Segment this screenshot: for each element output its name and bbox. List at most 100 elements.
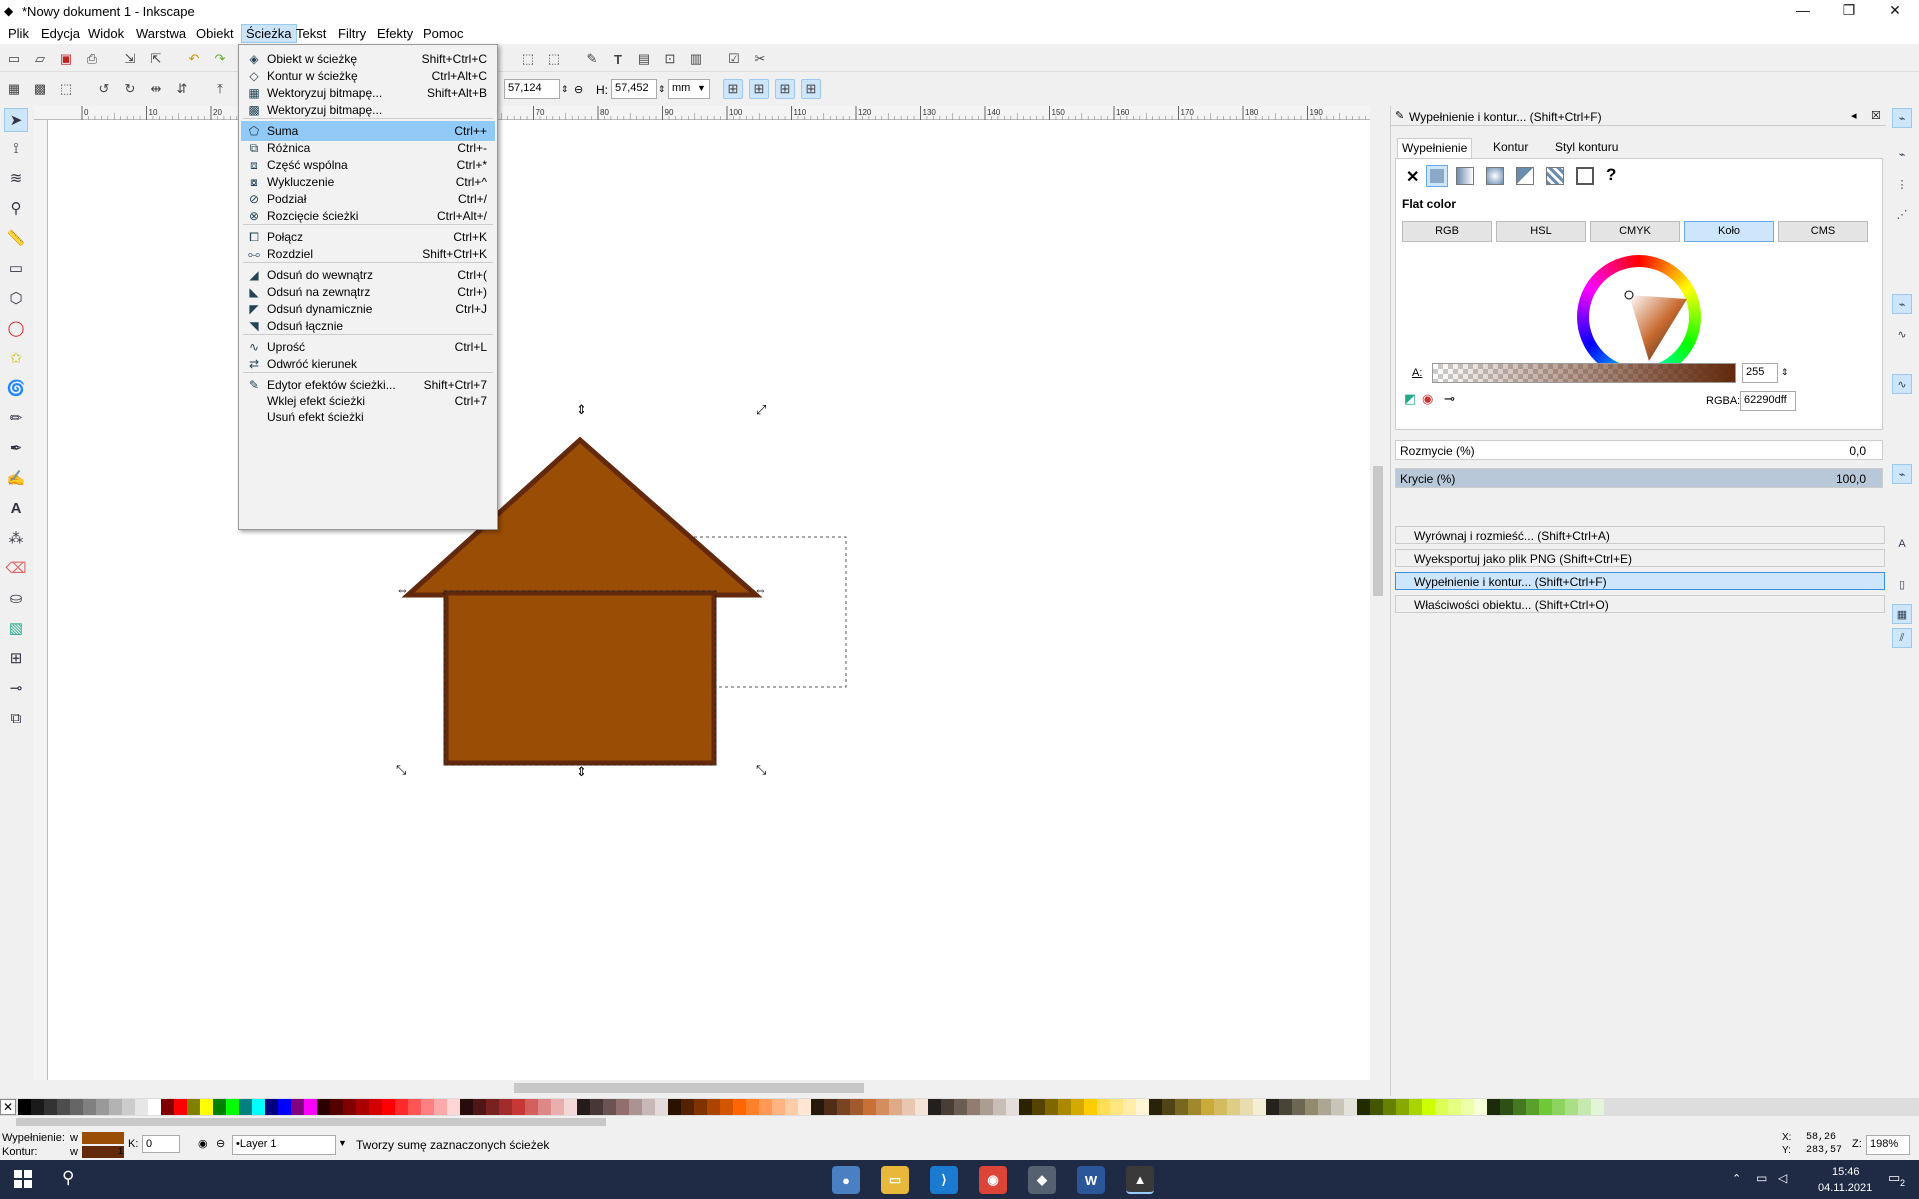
scale-stroke-icon[interactable]: ⊞ (723, 79, 743, 99)
blur-slider[interactable]: Rozmycie (%) 0,0 (1395, 440, 1883, 460)
import-icon[interactable]: ⇲ (120, 49, 140, 69)
select-all-layers-icon[interactable]: ▩ (30, 79, 50, 99)
xml-editor-icon[interactable]: ⊡ (660, 49, 680, 69)
path-menu-item[interactable]: ◥ Odsuń łącznie (241, 316, 495, 336)
snap-text-baseline-icon[interactable]: A (1892, 534, 1912, 554)
palette-swatch[interactable] (915, 1099, 928, 1115)
tray-chevron-up-icon[interactable]: ⌃ (1732, 1172, 1741, 1185)
palette-swatch[interactable] (1110, 1099, 1123, 1115)
chevron-down-icon[interactable]: ▼ (697, 83, 706, 93)
palette-swatch[interactable] (785, 1099, 798, 1115)
align-icon[interactable]: ▥ (686, 49, 706, 69)
layer-chevron-down-icon[interactable]: ▼ (338, 1138, 347, 1148)
minimize-button[interactable]: — (1780, 0, 1826, 22)
palette-swatch[interactable] (1253, 1099, 1266, 1115)
dock-fill-stroke[interactable]: Wypełnienie i kontur... (Shift+Ctrl+F) (1395, 572, 1885, 590)
zoom-drawing-icon[interactable]: ⬚ (544, 49, 564, 69)
palette-swatch[interactable] (1318, 1099, 1331, 1115)
palette-swatch[interactable] (564, 1099, 577, 1115)
palette-swatch[interactable] (1071, 1099, 1084, 1115)
redo-icon[interactable]: ↷ (210, 49, 230, 69)
palette-swatch[interactable] (1227, 1099, 1240, 1115)
palette-swatch[interactable] (1188, 1099, 1201, 1115)
palette-swatch[interactable] (1292, 1099, 1305, 1115)
palette-swatch[interactable] (408, 1099, 421, 1115)
palette-swatch[interactable] (31, 1099, 44, 1115)
w-field[interactable]: 57,124 (504, 79, 560, 99)
palette-swatch[interactable] (265, 1099, 278, 1115)
rgba-field[interactable]: 62290dff (1740, 391, 1796, 411)
palette-swatch[interactable] (1500, 1099, 1513, 1115)
palette-swatch[interactable] (421, 1099, 434, 1115)
palette-swatch[interactable] (148, 1099, 161, 1115)
horizontal-ruler[interactable]: 0102030405060708090100110120130140150160… (34, 106, 1495, 120)
tweak-tool-icon[interactable]: ≋ (4, 166, 28, 190)
scale-handle-bl[interactable]: ⤡ (396, 762, 407, 777)
vertical-ruler[interactable] (34, 120, 48, 1080)
palette-swatch[interactable] (1578, 1099, 1591, 1115)
palette-swatch[interactable] (863, 1099, 876, 1115)
h-spin-arrows[interactable]: ⇕ (658, 84, 666, 95)
snap-others-icon[interactable]: ⌁ (1892, 464, 1912, 484)
palette-swatch[interactable] (889, 1099, 902, 1115)
layer-lock-icon[interactable]: ⊖ (216, 1137, 225, 1150)
palette-swatch[interactable] (629, 1099, 642, 1115)
palette-swatch[interactable] (603, 1099, 616, 1115)
palette-scroll-thumb[interactable] (16, 1118, 606, 1126)
palette-swatch[interactable] (239, 1099, 252, 1115)
path-menu-item[interactable]: ⇄ Odwróć kierunek (241, 354, 495, 374)
clock-time[interactable]: 15:46 (1832, 1166, 1860, 1178)
palette-swatch[interactable] (1396, 1099, 1409, 1115)
palette-swatch[interactable] (252, 1099, 265, 1115)
palette-swatch[interactable] (1422, 1099, 1435, 1115)
explorer-icon[interactable]: ▭ (881, 1166, 909, 1194)
palette-swatch[interactable] (96, 1099, 109, 1115)
palette-swatch[interactable] (187, 1099, 200, 1115)
path-menu-item[interactable]: Usuń efekt ścieżki (241, 407, 495, 427)
house-body[interactable] (443, 590, 717, 766)
palette-swatch[interactable] (642, 1099, 655, 1115)
palette-swatch[interactable] (18, 1099, 31, 1115)
snap-path-icon[interactable]: ∿ (1892, 324, 1912, 344)
scale-handle-br[interactable]: ⤡ (756, 762, 767, 777)
palette-swatch[interactable] (109, 1099, 122, 1115)
export-icon[interactable]: ⇱ (146, 49, 166, 69)
palette-swatch[interactable] (1032, 1099, 1045, 1115)
palette-swatch[interactable] (213, 1099, 226, 1115)
scale-corners-icon[interactable]: ⊞ (749, 79, 769, 99)
select-all-icon[interactable]: ▦ (4, 79, 24, 99)
deselect-icon[interactable]: ⬚ (56, 79, 76, 99)
palette-swatch[interactable] (681, 1099, 694, 1115)
flip-vertical-icon[interactable]: ⇵ (172, 79, 192, 99)
menu-efekty[interactable]: Efekty (373, 25, 417, 42)
palette-swatch[interactable] (1344, 1099, 1357, 1115)
close-button[interactable]: ✕ (1872, 0, 1918, 22)
eraser-tool-icon[interactable]: ⌫ (4, 556, 28, 580)
rotate-ccw-icon[interactable]: ↺ (94, 79, 114, 99)
palette-swatch[interactable] (1305, 1099, 1318, 1115)
palette-swatch[interactable] (83, 1099, 96, 1115)
pencil-tool-icon[interactable]: ✏ (4, 406, 28, 430)
flip-horizontal-icon[interactable]: ⇹ (146, 79, 166, 99)
chrome-icon[interactable]: ◉ (979, 1166, 1007, 1194)
palette-swatch[interactable] (980, 1099, 993, 1115)
palette-swatch[interactable] (1019, 1099, 1032, 1115)
menu-tekst[interactable]: Tekst (292, 25, 330, 42)
path-menu-item[interactable]: ▩ Wektoryzuj bitmapę... (241, 100, 495, 120)
layer-select[interactable]: •Layer 1 (232, 1135, 336, 1155)
opacity-value[interactable]: 100,0 (1836, 472, 1866, 486)
opacity-slider[interactable]: Krycie (%) 100,0 (1395, 468, 1883, 488)
palette-swatch[interactable] (122, 1099, 135, 1115)
network-icon[interactable]: ▭ (1756, 1171, 1767, 1185)
palette-swatch[interactable] (902, 1099, 915, 1115)
gradient-tool-icon[interactable]: ▧ (4, 616, 28, 640)
zoom-tool-icon[interactable]: ⚲ (4, 196, 28, 220)
palette-swatch[interactable] (200, 1099, 213, 1115)
palette-swatch[interactable] (707, 1099, 720, 1115)
unset-paint-button[interactable]: ? (1606, 165, 1616, 185)
tab-fill[interactable]: Wypełnienie (1397, 138, 1473, 158)
palette-swatch[interactable] (1175, 1099, 1188, 1115)
palette-swatch[interactable] (746, 1099, 759, 1115)
palette-swatch[interactable] (694, 1099, 707, 1115)
palette-swatch[interactable] (1214, 1099, 1227, 1115)
